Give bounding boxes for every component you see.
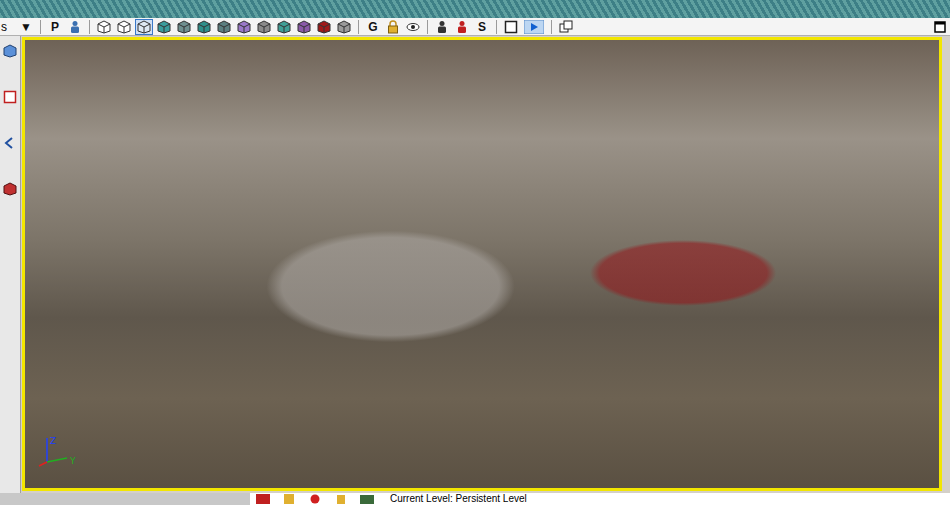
- cube-button[interactable]: [115, 19, 133, 35]
- figure-icon: [68, 20, 82, 34]
- cube-icon: [217, 20, 231, 34]
- arrows-tool-icon[interactable]: [3, 136, 17, 150]
- eye-button[interactable]: [404, 19, 422, 35]
- cube-icon: [157, 20, 171, 34]
- eye-icon: [406, 21, 420, 33]
- frame-button[interactable]: [502, 19, 520, 35]
- cube-icon: [337, 20, 351, 34]
- red-cube-tool-icon[interactable]: [3, 182, 17, 196]
- lock-status-icon[interactable]: [334, 494, 348, 504]
- maximize-icon: [934, 21, 946, 33]
- maximize-button[interactable]: [934, 21, 946, 33]
- level-icon[interactable]: [360, 494, 374, 504]
- stop-icon[interactable]: [308, 494, 322, 504]
- toolbar-separator: [427, 20, 428, 34]
- cube-icon: [137, 20, 151, 34]
- windows-icon: [559, 20, 573, 34]
- cube-button[interactable]: [155, 19, 173, 35]
- play-icon: [524, 20, 544, 34]
- toolbar-separator: [89, 20, 90, 34]
- toolbar-separator: [40, 20, 41, 34]
- frame-icon: [504, 20, 518, 34]
- main-area: ZY: [0, 36, 950, 493]
- select-tool-icon[interactable]: [3, 90, 17, 104]
- cube-button[interactable]: [215, 19, 233, 35]
- cube-button[interactable]: [275, 19, 293, 35]
- figure-icon: [455, 20, 469, 34]
- camera-button[interactable]: [557, 19, 575, 35]
- figure-icon: [435, 20, 449, 34]
- cube-button[interactable]: [295, 19, 313, 35]
- cube-button[interactable]: [255, 19, 273, 35]
- cube-button[interactable]: [135, 19, 153, 35]
- figure-button[interactable]: [66, 19, 84, 35]
- status-bar: Current Level: Persistent Level: [0, 493, 950, 505]
- toolbar-separator: [358, 20, 359, 34]
- cube-tool-icon[interactable]: [3, 44, 17, 58]
- lock-button[interactable]: [384, 19, 402, 35]
- cube-button[interactable]: [95, 19, 113, 35]
- cube-icon: [197, 20, 211, 34]
- cube-icon: [317, 20, 331, 34]
- scene-render: [25, 40, 939, 488]
- left-tool-rail: [0, 36, 21, 493]
- cube-icon: [97, 20, 111, 34]
- cube-icon: [237, 20, 251, 34]
- svg-text:Y: Y: [69, 456, 76, 466]
- toolbar-text-button[interactable]: P: [46, 19, 64, 35]
- cube-button[interactable]: [195, 19, 213, 35]
- cube-button[interactable]: [315, 19, 333, 35]
- cube-icon: [257, 20, 271, 34]
- play-button[interactable]: [522, 19, 546, 35]
- toolbar-lead-text: s: [0, 20, 15, 34]
- cube-icon: [277, 20, 291, 34]
- cube-button[interactable]: [235, 19, 253, 35]
- axis-icon: ZY: [37, 436, 79, 470]
- cube-button[interactable]: [335, 19, 353, 35]
- toolbar-text-button[interactable]: G: [364, 19, 382, 35]
- cube-icon: [117, 20, 131, 34]
- toolbar-separator: [496, 20, 497, 34]
- lock-icon: [387, 20, 399, 34]
- close-icon[interactable]: [256, 494, 270, 504]
- grid-icon[interactable]: [282, 494, 296, 504]
- toolbar-separator: [551, 20, 552, 34]
- toolbar-text-button[interactable]: S: [473, 19, 491, 35]
- status-left-panel: [0, 493, 250, 505]
- viewport-toolbar: s▼ P G S: [0, 18, 950, 36]
- cube-button[interactable]: [175, 19, 193, 35]
- perspective-viewport[interactable]: ZY: [22, 37, 942, 491]
- figure-button[interactable]: [453, 19, 471, 35]
- upper-viewport-edge: [0, 0, 950, 18]
- axis-gizmo: ZY: [37, 436, 79, 470]
- figure-button[interactable]: [433, 19, 451, 35]
- cube-icon: [177, 20, 191, 34]
- svg-text:Z: Z: [50, 436, 56, 446]
- current-level-label: Current Level: Persistent Level: [390, 493, 527, 505]
- cube-icon: [297, 20, 311, 34]
- editor-window: s▼PGSZYCurrent Level: Persistent Level: [0, 0, 950, 505]
- menu-dropdown-button[interactable]: ▼: [17, 19, 35, 35]
